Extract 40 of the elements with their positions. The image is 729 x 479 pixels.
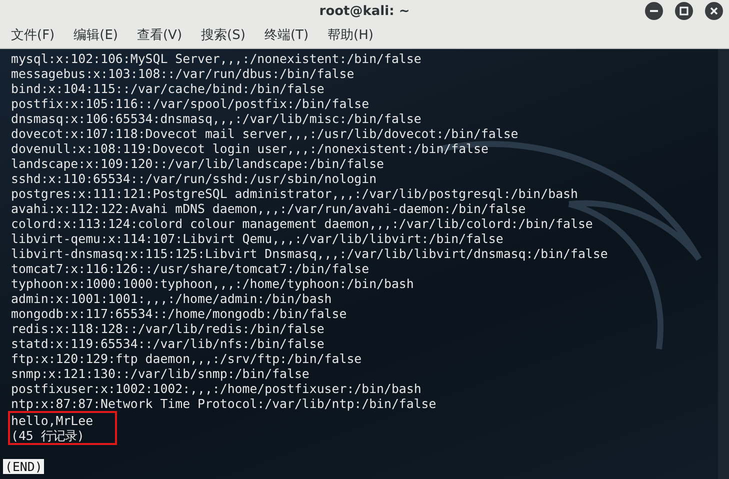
terminal-line: sshd:x:110:65534::/var/run/sshd:/usr/sbin/nologin [11,171,377,186]
menu-item[interactable]: 查看(V) [136,26,182,44]
menu-item[interactable]: 文件(F) [11,26,55,44]
terminal-line: bind:x:104:115::/var/cache/bind:/bin/false [11,81,324,96]
close-button[interactable] [705,2,723,20]
terminal-line: libvirt-qemu:x:114:107:Libvirt Qemu,,,:/var/lib/libvirt:/bin/false [11,231,504,246]
terminal-line: mysql:x:102:106:MySQL Server,,,:/nonexistent:/bin/false [11,51,422,66]
terminal-line: postfixuser:x:1002:1002:,,,:/home/postfixuser:/bin/bash [11,381,422,396]
terminal-line: messagebus:x:103:108::/var/run/dbus:/bin/false [11,66,354,81]
terminal-line: mongodb:x:117:65534::/home/mongodb:/bin/false [11,306,347,321]
terminal-line: dovenull:x:108:119:Dovecot login user,,,:/nonexistent:/bin/false [11,141,488,156]
terminal-line: avahi:x:112:122:Avahi mDNS daemon,,,:/var/run/avahi-daemon:/bin/false [11,201,526,216]
terminal-line: hello,MrLee [8,411,118,428]
terminal-line: ntp:x:87:87:Network Time Protocol:/var/lib/ntp:/bin/false [11,396,436,411]
terminal-line: colord:x:113:124:colord colour management daemon,,,:/var/lib/colord:/bin/false [11,216,593,231]
terminal-line: libvirt-dnsmasq:x:115:125:Libvirt Dnsmasq,,,:/var/lib/libvirt/dnsmasq:/bin/false [11,246,608,261]
pager-status: (END) [3,459,44,474]
minimize-button[interactable] [645,2,663,20]
menu-item[interactable]: 编辑(E) [74,26,118,44]
terminal-line: statd:x:119:65534::/var/lib/nfs:/bin/false [11,336,324,351]
terminal-line: postgres:x:111:121:PostgreSQL administrator,,,:/var/lib/postgresql:/bin/bash [11,186,578,201]
scrollbar[interactable] [718,49,729,479]
terminal-line: (45 行记录) [8,428,118,445]
menu-item[interactable]: 搜索(S) [201,26,246,44]
maximize-button[interactable] [675,2,693,20]
maximize-icon [679,6,689,16]
terminal-line: postfix:x:105:116::/var/spool/postfix:/bin/false [11,96,370,111]
terminal-line: landscape:x:109:120::/var/lib/landscape:/bin/false [11,156,384,171]
terminal-line: redis:x:118:128::/var/lib/redis:/bin/false [11,321,324,336]
terminal-line: ftp:x:120:129:ftp daemon,,,:/srv/ftp:/bin/false [11,351,362,366]
terminal-line: dnsmasq:x:106:65534:dnsmasq,,,:/var/lib/misc:/bin/false [11,111,422,126]
menu-item[interactable]: 帮助(H) [328,26,374,44]
terminal-line: snmp:x:121:130::/var/lib/snmp:/bin/false [11,366,310,381]
close-icon [709,6,719,16]
window-title: root@kali: ~ [319,4,410,18]
terminal-line: typhoon:x:1000:1000:typhoon,,,:/home/typhoon:/bin/bash [11,276,414,291]
terminal-line: dovecot:x:107:118:Dovecot mail server,,,:/usr/lib/dovecot:/bin/false [11,126,518,141]
terminal-line: admin:x:1001:1001:,,,:/home/admin:/bin/bash [11,291,332,306]
terminal-line: tomcat7:x:116:126::/usr/share/tomcat7:/bin/false [11,261,370,276]
menu-item[interactable]: 终端(T) [264,26,309,44]
